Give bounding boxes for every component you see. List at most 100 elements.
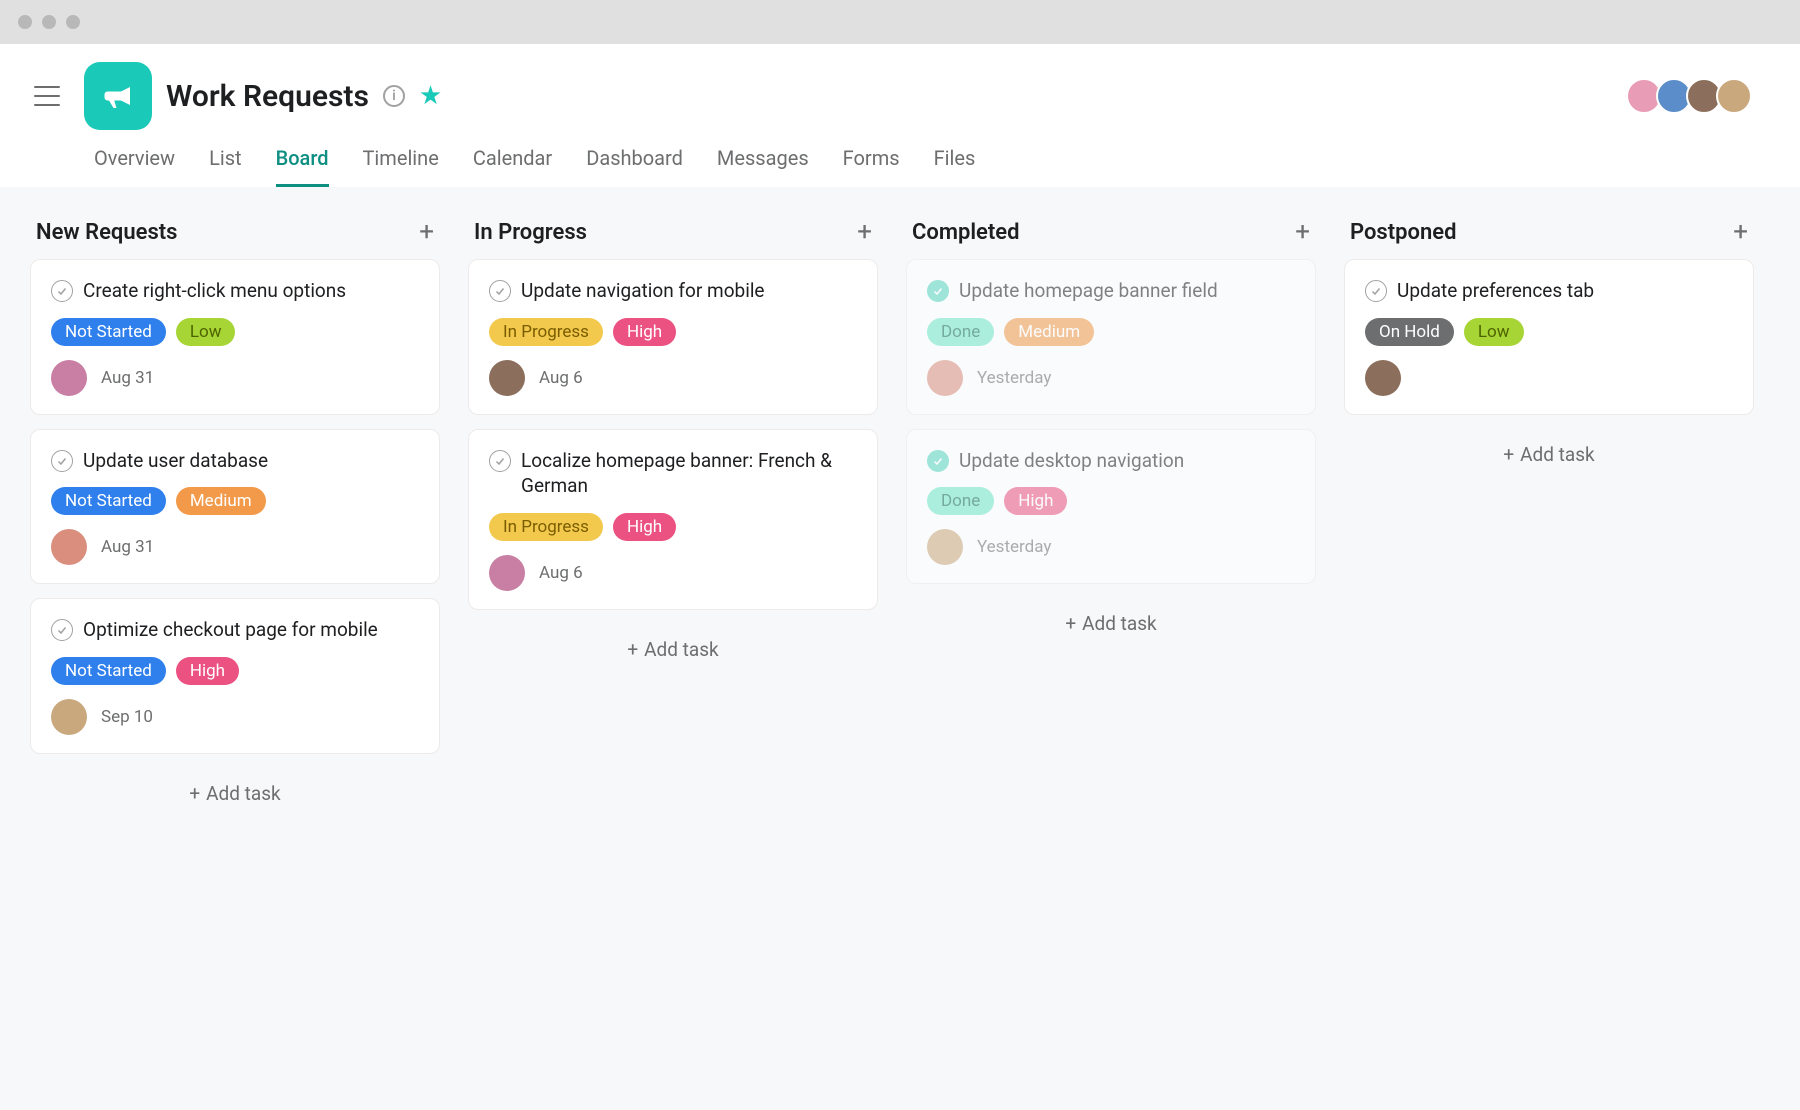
tag[interactable]: High — [176, 657, 239, 685]
menu-icon[interactable] — [34, 86, 60, 106]
tab-files[interactable]: Files — [934, 146, 976, 187]
due-date: Aug 6 — [539, 563, 583, 583]
task-title: Update user database — [83, 448, 268, 474]
checkmark-icon[interactable] — [927, 280, 949, 302]
tag[interactable]: Not Started — [51, 657, 166, 685]
card-footer: Sep 10 — [51, 699, 419, 735]
board: New Requests+Create right-click menu opt… — [0, 187, 1800, 845]
tag[interactable]: High — [613, 513, 676, 541]
tab-messages[interactable]: Messages — [717, 146, 809, 187]
megaphone-icon — [100, 78, 136, 114]
tags-row: Not Started Low — [51, 318, 419, 346]
tab-list[interactable]: List — [209, 146, 242, 187]
checkmark-icon[interactable] — [51, 280, 73, 302]
tag[interactable]: Low — [1464, 318, 1524, 346]
checkmark-icon[interactable] — [489, 280, 511, 302]
tag[interactable]: Done — [927, 487, 994, 515]
star-icon[interactable]: ★ — [419, 81, 442, 111]
task-card[interactable]: Update navigation for mobileIn ProgressH… — [468, 259, 878, 415]
traffic-light-close[interactable] — [18, 15, 32, 29]
tags-row: Not Started High — [51, 657, 419, 685]
due-date: Aug 31 — [101, 537, 154, 557]
add-task-button[interactable]: +Add task — [30, 768, 440, 819]
project-icon[interactable] — [84, 62, 152, 130]
tab-timeline[interactable]: Timeline — [363, 146, 439, 187]
tags-row: On Hold Low — [1365, 318, 1733, 346]
tag[interactable]: High — [1004, 487, 1067, 515]
tag[interactable]: Medium — [176, 487, 266, 515]
add-card-icon[interactable]: + — [419, 219, 434, 245]
column-header: Completed + — [906, 213, 1316, 259]
tag[interactable]: Medium — [1004, 318, 1094, 346]
tag[interactable]: Not Started — [51, 318, 166, 346]
task-title: Update preferences tab — [1397, 278, 1594, 304]
info-icon[interactable]: i — [383, 85, 405, 107]
plus-icon: + — [189, 782, 200, 805]
assignee-avatar[interactable] — [51, 699, 87, 735]
checkmark-icon[interactable] — [927, 450, 949, 472]
assignee-avatar[interactable] — [1365, 360, 1401, 396]
column-title: In Progress — [474, 220, 587, 245]
traffic-light-zoom[interactable] — [66, 15, 80, 29]
tab-calendar[interactable]: Calendar — [473, 146, 552, 187]
card-footer: Aug 31 — [51, 529, 419, 565]
plus-icon: + — [1503, 443, 1514, 466]
tab-bar: Overview List Board Timeline Calendar Dashboa… — [34, 146, 1766, 187]
tab-forms[interactable]: Forms — [843, 146, 900, 187]
column-header: Postponed + — [1344, 213, 1754, 259]
assignee-avatar[interactable] — [927, 360, 963, 396]
assignee-avatar[interactable] — [489, 360, 525, 396]
tab-dashboard[interactable]: Dashboard — [586, 146, 683, 187]
add-card-icon[interactable]: + — [857, 219, 872, 245]
checkmark-icon[interactable] — [51, 619, 73, 641]
due-date: Yesterday — [977, 368, 1051, 388]
task-card[interactable]: Update desktop navigation Done High Yesterd… — [906, 429, 1316, 585]
task-title: Update desktop navigation — [959, 448, 1184, 474]
tag[interactable]: Low — [176, 318, 236, 346]
task-title: Create right-click menu options — [83, 278, 346, 304]
member-avatar[interactable] — [1716, 78, 1752, 114]
task-card[interactable]: Create right-click menu options Not Start… — [30, 259, 440, 415]
add-card-icon[interactable]: + — [1733, 219, 1748, 245]
assignee-avatar[interactable] — [51, 360, 87, 396]
checkmark-icon[interactable] — [51, 450, 73, 472]
task-card[interactable]: Update user database Not Started Medium Aug… — [30, 429, 440, 585]
checkmark-icon[interactable] — [489, 450, 511, 472]
tag[interactable]: Done — [927, 318, 994, 346]
card-footer: Yesterday — [927, 529, 1295, 565]
add-task-button[interactable]: +Add task — [1344, 429, 1754, 480]
task-card[interactable]: Optimize checkout page for mobileNot Sta… — [30, 598, 440, 754]
traffic-light-minimize[interactable] — [42, 15, 56, 29]
due-date: Aug 31 — [101, 368, 154, 388]
column: In Progress + Update navigation for mobile… — [468, 213, 878, 675]
app-header: Work Requests i ★ OverviewListBoardTimel… — [0, 44, 1800, 187]
task-card[interactable]: Localize homepage banner: French & Germa… — [468, 429, 878, 610]
tag[interactable]: On Hold — [1365, 318, 1454, 346]
checkmark-icon[interactable] — [1365, 280, 1387, 302]
tag[interactable]: In Progress — [489, 513, 603, 541]
card-footer — [1365, 360, 1733, 396]
column-title: Completed — [912, 220, 1020, 245]
column: New Requests+Create right-click menu opt… — [30, 213, 440, 819]
column-header: In Progress + — [468, 213, 878, 259]
tags-row: In Progress High — [489, 318, 857, 346]
tab-overview[interactable]: Overview — [94, 146, 175, 187]
column-header: New Requests+ — [30, 213, 440, 259]
task-card[interactable]: Update homepage banner fieldDoneMediumYe… — [906, 259, 1316, 415]
add-task-button[interactable]: +Add task — [468, 624, 878, 675]
column-title: Postponed — [1350, 220, 1456, 245]
member-avatars[interactable] — [1632, 78, 1766, 114]
add-card-icon[interactable]: + — [1295, 219, 1310, 245]
assignee-avatar[interactable] — [489, 555, 525, 591]
assignee-avatar[interactable] — [927, 529, 963, 565]
tag[interactable]: In Progress — [489, 318, 603, 346]
column: Postponed + Update preferences tab On Hold L… — [1344, 213, 1754, 480]
tag[interactable]: Not Started — [51, 487, 166, 515]
tag[interactable]: High — [613, 318, 676, 346]
due-date: Yesterday — [977, 537, 1051, 557]
add-task-button[interactable]: +Add task — [906, 598, 1316, 649]
tab-board[interactable]: Board — [276, 146, 329, 187]
assignee-avatar[interactable] — [51, 529, 87, 565]
card-footer: Aug 6 — [489, 360, 857, 396]
task-card[interactable]: Update preferences tab On Hold Low — [1344, 259, 1754, 415]
